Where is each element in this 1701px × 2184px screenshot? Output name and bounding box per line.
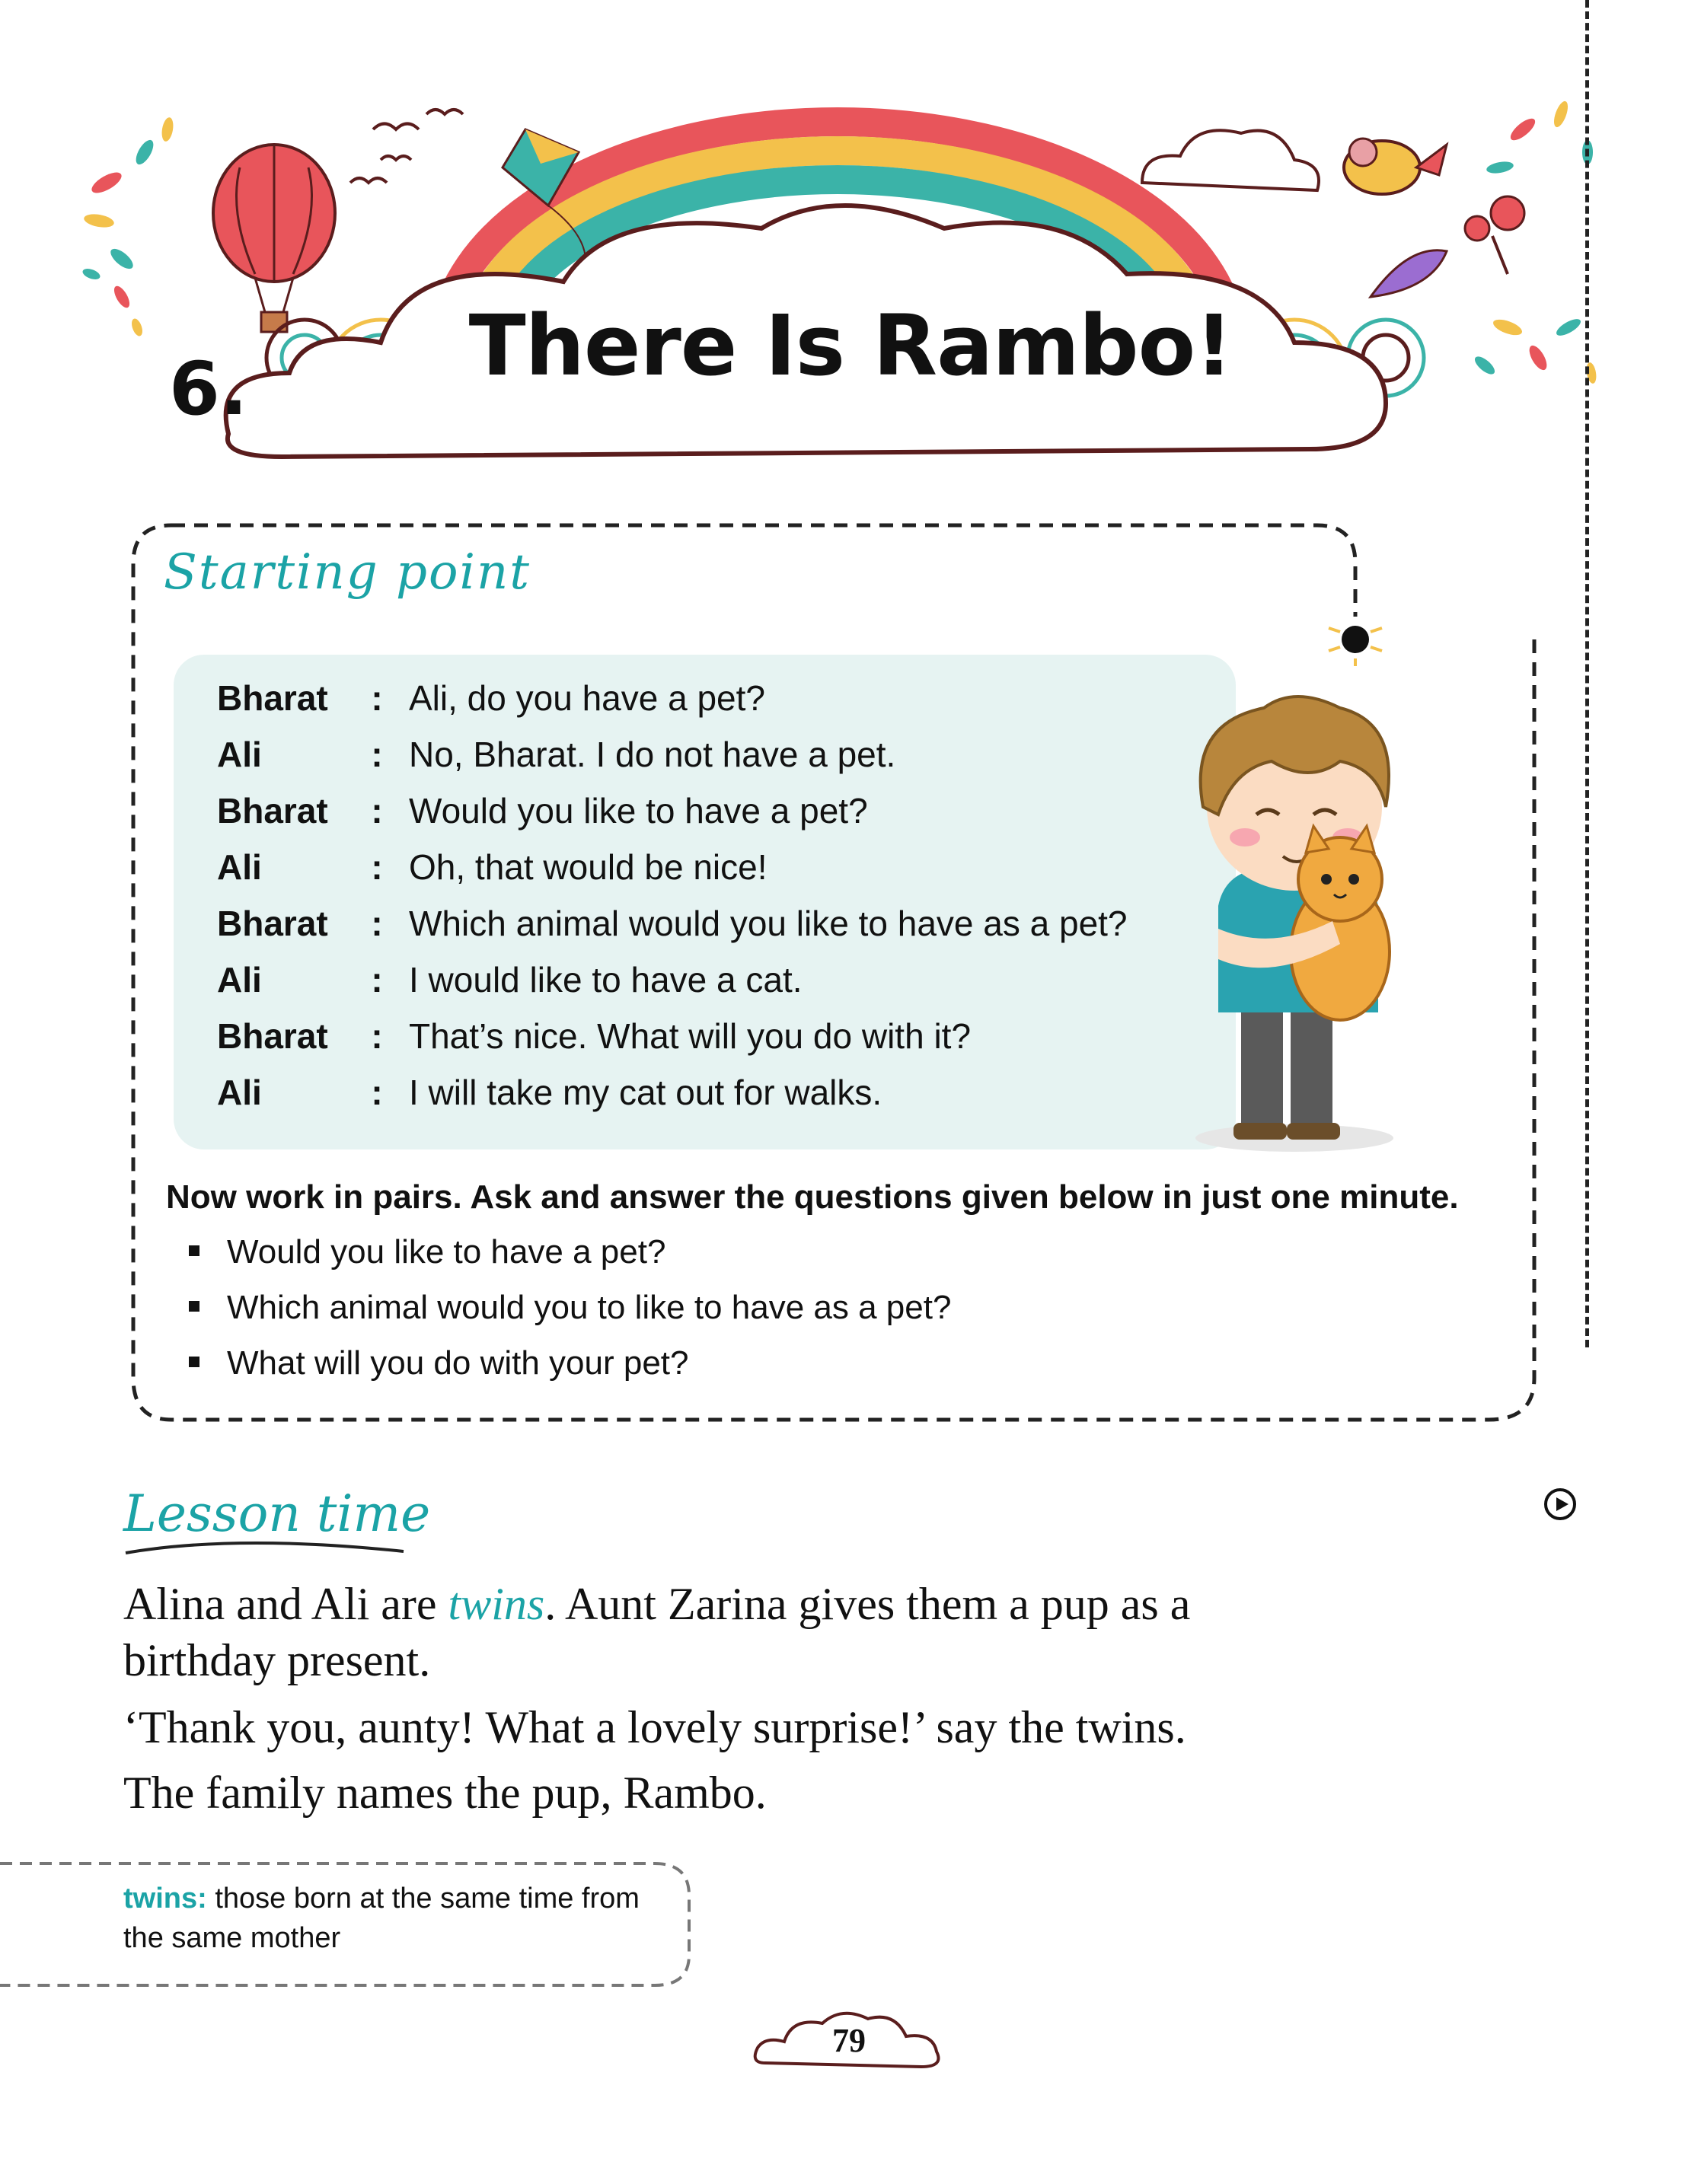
story-paragraph-2: ‘Thank you, aunty! What a lovely surpris… [123, 1702, 1186, 1752]
play-audio-icon[interactable] [1544, 1488, 1576, 1520]
speaker: Ali [217, 735, 262, 774]
question-item: Would you like to have a pet? [189, 1233, 666, 1271]
colon: : [371, 678, 383, 718]
speaker: Bharat [217, 904, 328, 943]
story-text: . Aunt Zarina gives them a pup as a [544, 1579, 1191, 1629]
glossary-entry: twins: those born at the same time from … [123, 1879, 687, 1958]
flower-icon [1463, 195, 1526, 275]
dialogue-row: Ali: Oh, that would be nice! [217, 846, 768, 903]
dialogue-line: Ali, do you have a pet? [409, 678, 765, 718]
colon: : [371, 735, 383, 774]
pair-instruction: Now work in pairs. Ask and answer the qu… [166, 1178, 1459, 1216]
small-cloud-icon [1140, 129, 1320, 193]
feather-icon [1368, 249, 1449, 298]
glossary-word-twins: twins [448, 1579, 545, 1629]
dialogue-line: Would you like to have a pet? [409, 791, 868, 831]
question-text: Would you like to have a pet? [227, 1233, 666, 1271]
bullet-icon [189, 1357, 199, 1367]
dialogue-line: That’s nice. What will you do with it? [409, 1016, 972, 1056]
dialogue-line: Oh, that would be nice! [409, 847, 768, 887]
dialogue-row: Bharat: Which animal would you like to ha… [217, 903, 1128, 959]
page-number: 79 [832, 2022, 866, 2059]
question-text: What will you do with your pet? [227, 1344, 689, 1382]
story-text: Alina and Ali are [123, 1579, 448, 1629]
speaker: Ali [217, 847, 262, 887]
dialogue-line: No, Bharat. I do not have a pet. [409, 735, 896, 774]
speaker: Bharat [217, 1016, 328, 1056]
dialogue-line: Which animal would you like to have as a… [409, 904, 1128, 943]
dialogue-row: Ali: No, Bharat. I do not have a pet. [217, 734, 895, 790]
heading-underline [125, 1542, 404, 1554]
dialogue-row: Bharat: Would you like to have a pet? [217, 790, 868, 846]
boy-with-cat-illustration [1195, 695, 1393, 1152]
speaker: Bharat [217, 791, 328, 831]
story-text: birthday present. [123, 1635, 431, 1685]
bulb-icon [1328, 626, 1383, 666]
birds-icon [349, 108, 464, 185]
question-text: Which animal would you to like to have a… [227, 1289, 952, 1326]
dialogue-row: Ali: I will take my cat out for walks. [217, 1072, 882, 1128]
story-paragraph-1: Alina and Ali are twins. Aunt Zarina giv… [123, 1576, 1190, 1688]
dialogue-line: I will take my cat out for walks. [409, 1073, 882, 1112]
dialogue-row: Bharat: Ali, do you have a pet? [217, 678, 765, 734]
dialogue-line: I would like to have a cat. [409, 960, 803, 1000]
glossary-term: twins: [123, 1883, 207, 1915]
colon: : [371, 1073, 383, 1112]
colon: : [371, 960, 383, 1000]
story-paragraph-3: The family names the pup, Rambo. [123, 1768, 767, 1818]
colon: : [371, 847, 383, 887]
speaker: Bharat [217, 678, 328, 718]
bullet-icon [189, 1245, 199, 1256]
colon: : [371, 791, 383, 831]
dialogue-row: Ali: I would like to have a cat. [217, 959, 803, 1015]
page-edge-dashed-line [1585, 0, 1589, 1347]
speaker: Ali [217, 1073, 262, 1112]
starting-point-heading: Starting point [164, 544, 531, 601]
chapter-title: There Is Rambo! [468, 297, 1233, 394]
lesson-time-heading: Lesson time [123, 1484, 431, 1543]
bullet-icon [189, 1301, 199, 1312]
bird-icon [1342, 137, 1449, 196]
colon: : [371, 904, 383, 943]
question-item: What will you do with your pet? [189, 1344, 689, 1382]
dialogue-row: Bharat: That’s nice. What will you do wit… [217, 1015, 971, 1072]
question-item: Which animal would you to like to have a… [189, 1289, 952, 1327]
speaker: Ali [217, 960, 262, 1000]
colon: : [371, 1016, 383, 1056]
